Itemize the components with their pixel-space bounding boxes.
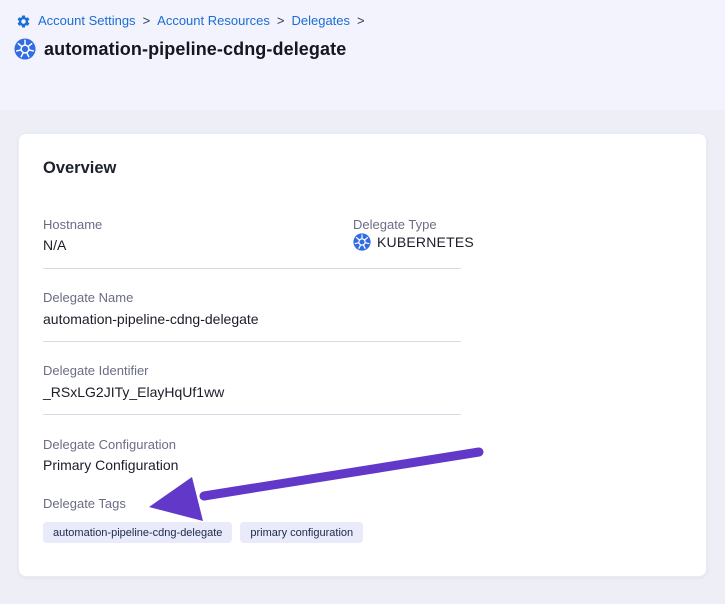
tag-badge: automation-pipeline-cdng-delegate [43, 522, 232, 543]
breadcrumb-separator: > [143, 13, 151, 29]
hostname-value: N/A [43, 236, 66, 254]
kubernetes-icon [353, 233, 371, 251]
delegate-name-label: Delegate Name [43, 290, 133, 306]
gear-icon [16, 14, 31, 29]
breadcrumb-link-account-settings[interactable]: Account Settings [38, 13, 136, 29]
page-title-row: automation-pipeline-cdng-delegate [14, 38, 346, 60]
divider [43, 414, 461, 415]
breadcrumb-link-delegates[interactable]: Delegates [291, 13, 350, 29]
hostname-label: Hostname [43, 217, 102, 233]
delegate-type-label: Delegate Type [353, 217, 437, 233]
delegate-type-text: KUBERNETES [377, 233, 474, 251]
page-header: Account Settings > Account Resources > D… [0, 0, 725, 110]
kubernetes-icon [14, 38, 36, 60]
page-title: automation-pipeline-cdng-delegate [44, 39, 346, 60]
breadcrumb-separator: > [277, 13, 285, 29]
delegate-tags-label: Delegate Tags [43, 496, 126, 512]
delegate-name-value: automation-pipeline-cdng-delegate [43, 310, 259, 328]
delegate-tags-list: automation-pipeline-cdng-delegate primar… [43, 522, 363, 543]
divider [43, 268, 461, 269]
breadcrumb-separator: > [357, 13, 365, 29]
delegate-configuration-value: Primary Configuration [43, 456, 178, 474]
divider [43, 341, 461, 342]
card-heading: Overview [43, 159, 116, 178]
tag-badge: primary configuration [240, 522, 363, 543]
overview-card: Overview Hostname N/A Delegate Type KUBE… [18, 133, 707, 577]
delegate-identifier-label: Delegate Identifier [43, 363, 149, 379]
breadcrumb-link-account-resources[interactable]: Account Resources [157, 13, 270, 29]
delegate-type-value: KUBERNETES [353, 233, 474, 251]
delegate-configuration-label: Delegate Configuration [43, 437, 176, 453]
breadcrumb: Account Settings > Account Resources > D… [16, 13, 365, 29]
delegate-identifier-value: _RSxLG2JITy_ElayHqUf1ww [43, 383, 224, 401]
